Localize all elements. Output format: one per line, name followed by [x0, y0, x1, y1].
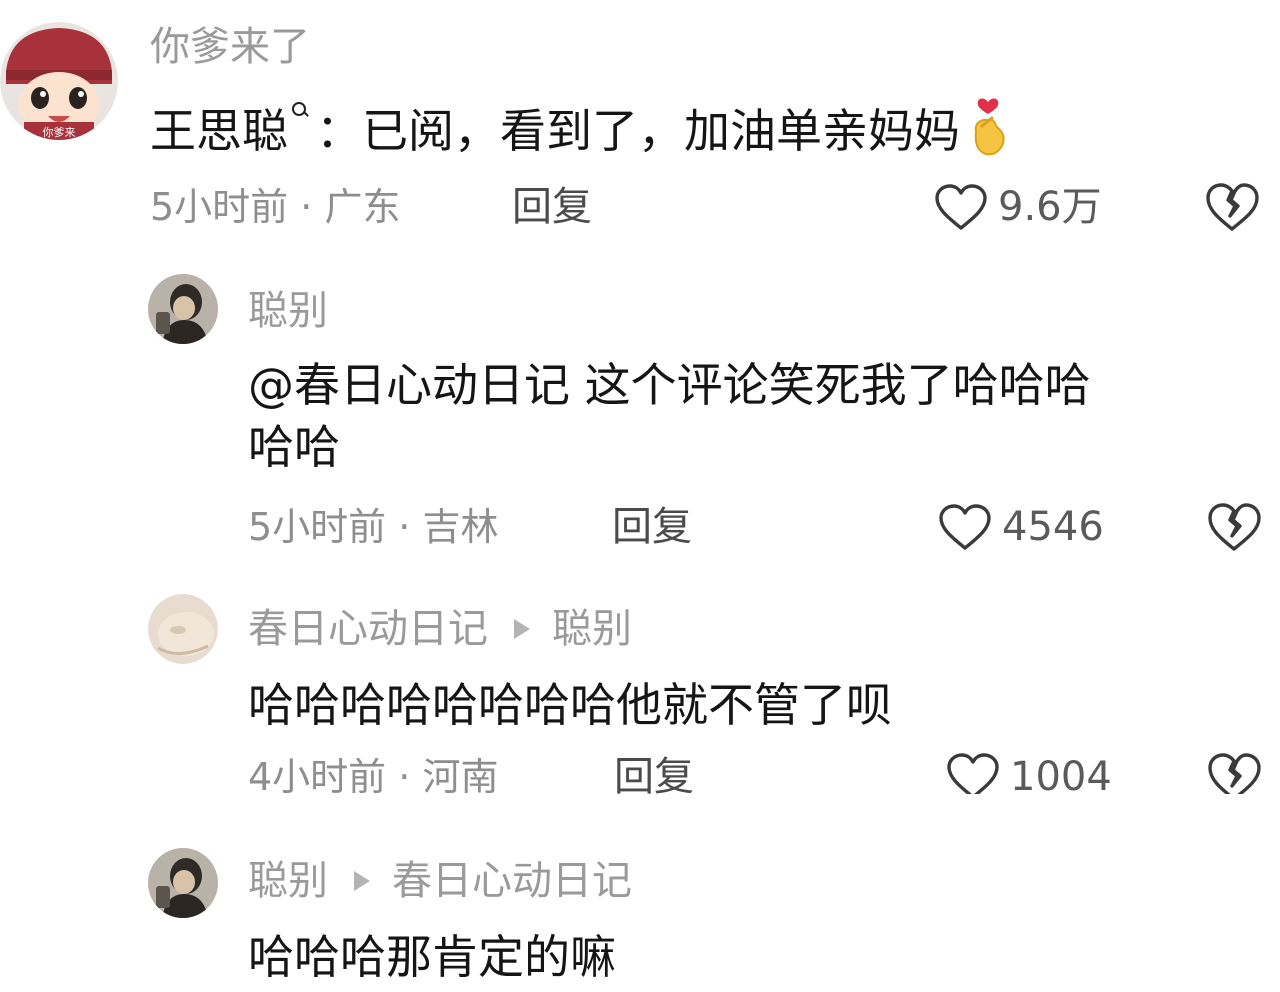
avatar[interactable]	[148, 594, 218, 664]
meta-separator: ·	[386, 505, 423, 549]
heart-outline-icon	[939, 504, 991, 550]
reply-target-name[interactable]: 春日心动日记	[392, 856, 632, 906]
comment-location: 广东	[324, 185, 401, 229]
like-count: 4546	[1002, 504, 1104, 550]
author-name[interactable]: 春日心动日记	[248, 604, 488, 654]
avatar[interactable]: 你爹来	[0, 22, 118, 140]
dislike-button[interactable]	[1204, 182, 1260, 236]
meta-separator: ·	[288, 185, 325, 229]
comment-meta: 5小时前 · 吉林	[248, 502, 498, 552]
mention-prefix[interactable]: 王思聪	[150, 104, 288, 158]
comment-time: 4小时前	[248, 755, 387, 794]
like-button[interactable]: 4546	[938, 502, 1104, 552]
comment-thread: 你爹来 你爹来了 王思聪 ：已阅，看到了，加油单亲妈妈 5小时前 · 广东 回复 …	[0, 0, 1280, 992]
comment-username: 春日心动日记 聪别	[248, 604, 632, 654]
search-icon[interactable]	[290, 96, 310, 118]
comment-username: 聪别 春日心动日记	[248, 856, 632, 906]
comment-text-line: @春日心动日记 这个评论笑死我了哈哈哈	[248, 358, 1091, 412]
like-button[interactable]: 1004	[946, 752, 1112, 794]
broken-heart-icon	[1208, 753, 1261, 794]
triangle-arrow-icon	[514, 619, 530, 639]
comment-text: 哈哈哈那肯定的嘛	[248, 930, 616, 984]
reply-button[interactable]: 回复	[614, 752, 694, 794]
heart-outline-icon	[935, 184, 987, 230]
comment-username[interactable]: 你爹来了	[150, 22, 310, 72]
svg-text:你爹来: 你爹来	[43, 125, 76, 139]
reply-target-name[interactable]: 聪别	[552, 604, 632, 654]
avatar[interactable]	[148, 274, 218, 344]
comment-location: 河南	[422, 755, 499, 794]
comment-username[interactable]: 聪别	[248, 286, 328, 336]
finger-heart-emoji	[966, 96, 1010, 173]
triangle-arrow-icon	[354, 871, 370, 891]
comment-time: 5小时前	[248, 505, 387, 549]
dislike-button[interactable]	[1206, 502, 1262, 556]
broken-heart-icon	[1206, 183, 1259, 231]
comment-text-line: 哈哈	[248, 420, 340, 474]
comment-text: @春日心动日记 这个评论笑死我了哈哈哈 哈哈	[248, 354, 1091, 478]
comment-location: 吉林	[422, 505, 499, 549]
reply-button[interactable]: 回复	[612, 502, 692, 552]
author-name[interactable]: 聪别	[248, 856, 328, 906]
like-button[interactable]: 9.6万	[934, 182, 1102, 232]
heart-outline-icon	[947, 753, 999, 794]
comment-text: 王思聪 ：已阅，看到了，加油单亲妈妈	[150, 96, 1010, 173]
comment-meta: 5小时前 · 广东	[150, 182, 400, 232]
like-count: 1004	[1010, 754, 1112, 794]
comment-meta: 4小时前 · 河南	[248, 752, 498, 794]
broken-heart-icon	[1208, 503, 1261, 551]
reply-button[interactable]: 回复	[512, 182, 592, 232]
avatar[interactable]	[148, 848, 218, 918]
comment-text: 哈哈哈哈哈哈哈哈他就不管了呗	[248, 678, 892, 732]
dislike-button[interactable]	[1206, 752, 1262, 794]
like-count: 9.6万	[998, 184, 1102, 230]
meta-separator: ·	[386, 755, 423, 794]
comment-time: 5小时前	[150, 185, 289, 229]
